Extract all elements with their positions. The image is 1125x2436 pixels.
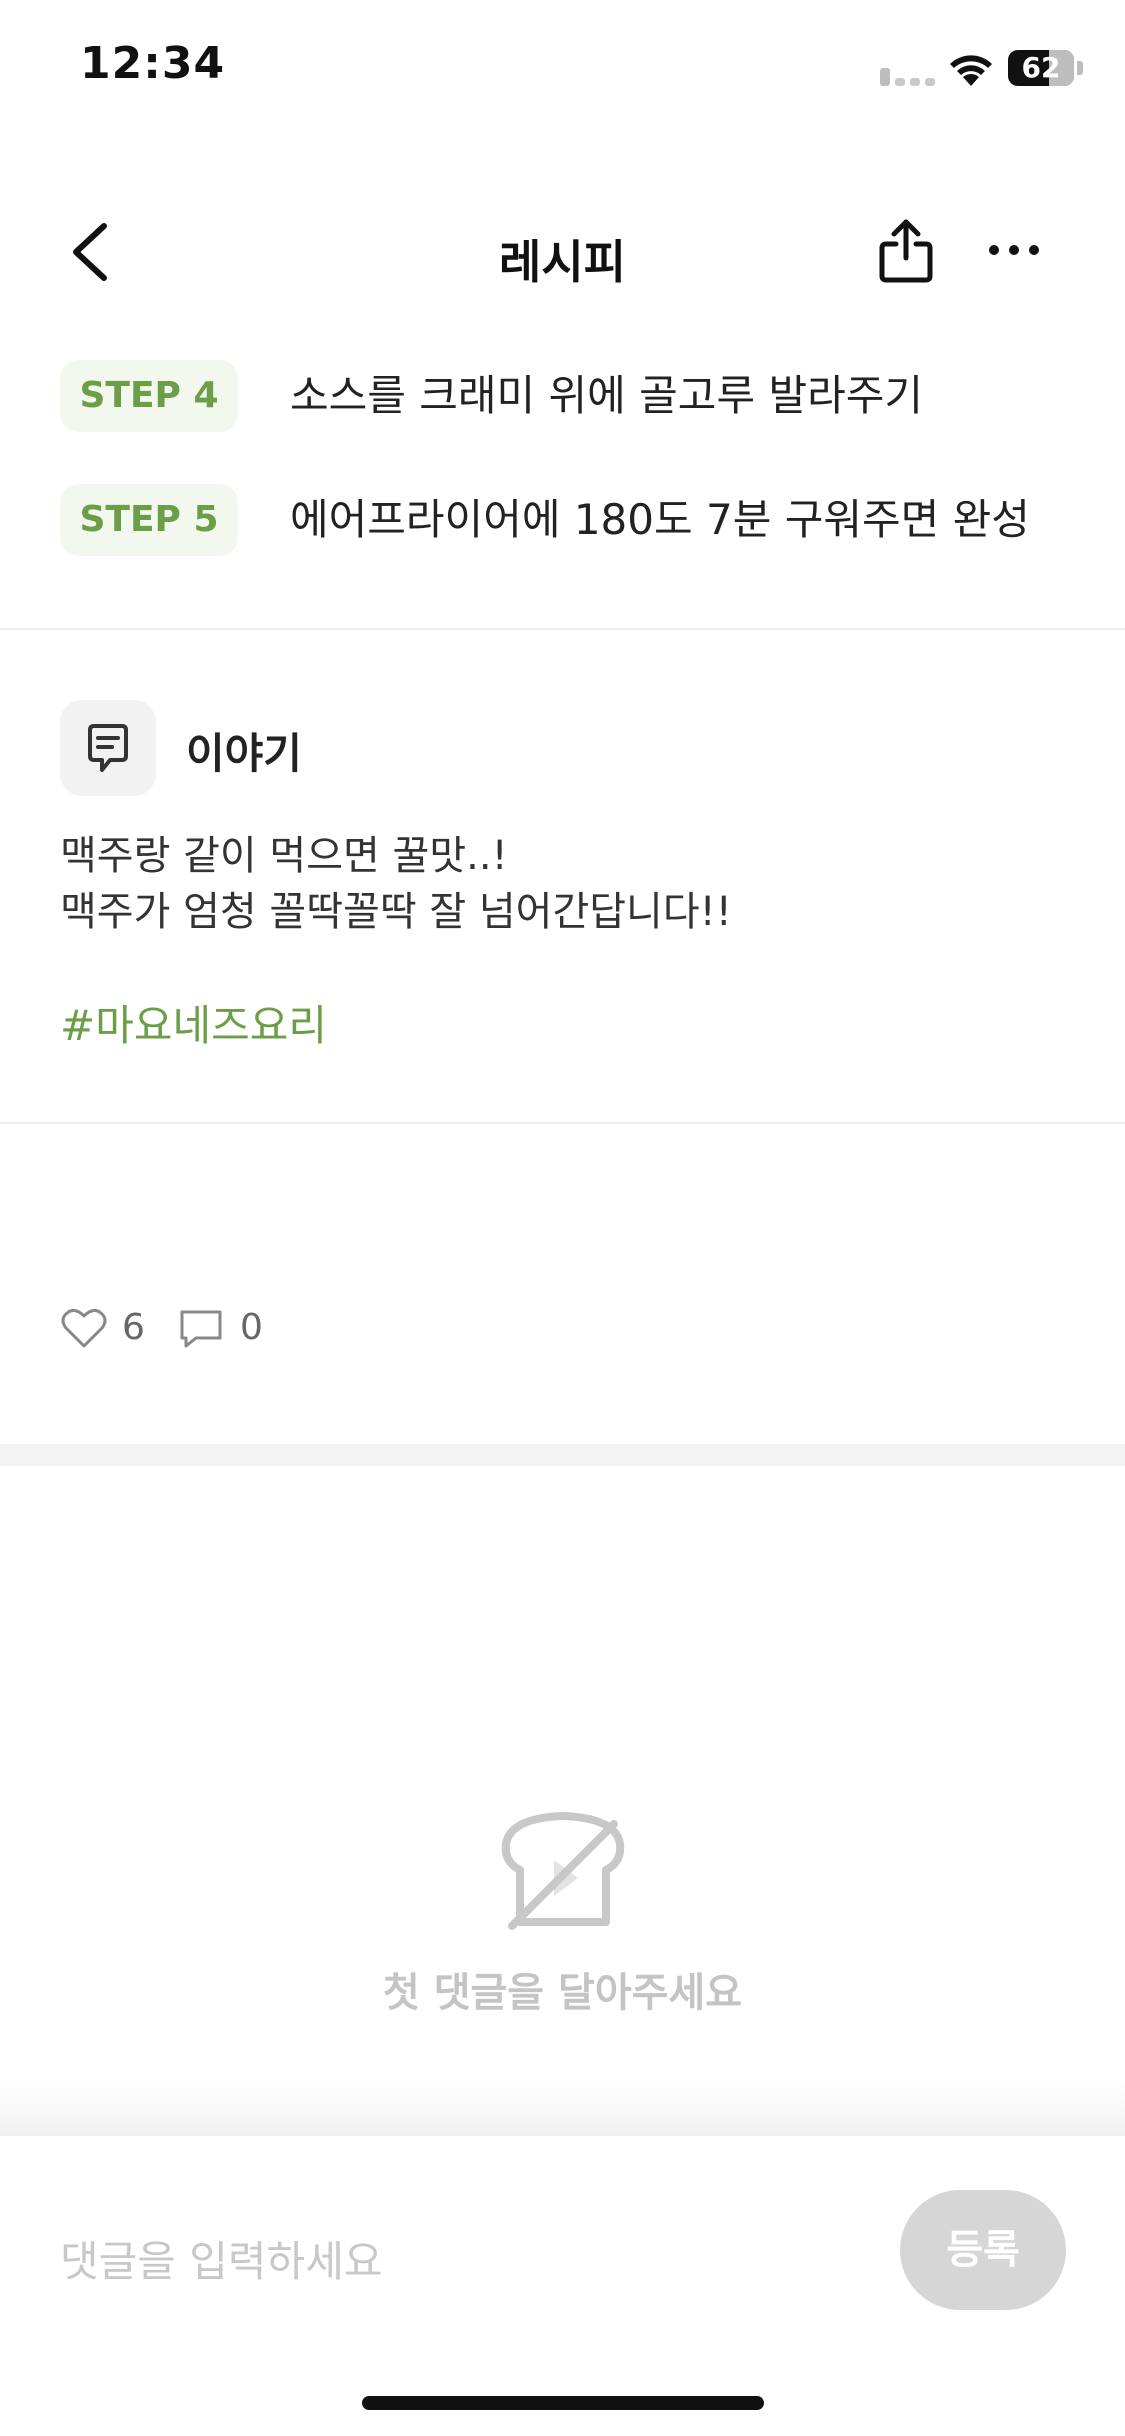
nav-bar: 레시피 <box>0 180 1125 320</box>
step-badge: STEP 4 <box>60 360 238 432</box>
comment-count: 0 <box>240 1307 263 1348</box>
story-line: 맥주랑 같이 먹으면 꿀맛..! <box>60 833 508 879</box>
comment-icon[interactable] <box>178 1308 224 1350</box>
page-title: 레시피 <box>499 235 626 289</box>
step-badge: STEP 5 <box>60 484 238 556</box>
status-time: 12:34 <box>80 38 226 89</box>
story-title: 이야기 <box>186 729 302 778</box>
battery-level: 62 <box>1021 51 1061 84</box>
story-line: 맥주가 엄청 꼴딱꼴딱 잘 넘어간답니다!! <box>60 889 732 935</box>
wifi-icon <box>950 55 992 86</box>
share-icon[interactable] <box>876 216 936 286</box>
more-dots-icon[interactable] <box>986 230 1042 270</box>
step-text: 에어프라이어에 180도 7분 구워주면 완성 <box>290 495 1030 544</box>
comment-input-bar: 등록 <box>0 2136 1125 2436</box>
input-shadow <box>0 2080 1125 2136</box>
comment-input[interactable] <box>60 2216 880 2306</box>
bread-slash-icon <box>501 1812 625 1930</box>
step-text: 소스를 크래미 위에 골고루 발라주기 <box>290 371 924 420</box>
home-indicator <box>362 2396 764 2410</box>
empty-comments-message: 첫 댓글을 달아주세요 <box>382 1970 743 2016</box>
submit-comment-button[interactable]: 등록 <box>900 2190 1066 2310</box>
battery-icon: 62 <box>1008 50 1074 86</box>
heart-icon[interactable] <box>60 1306 108 1350</box>
battery-cap <box>1077 61 1083 75</box>
story-body: 맥주랑 같이 먹으면 꿀맛..! 맥주가 엄청 꼴딱꼴딱 잘 넘어간답니다!! <box>60 828 732 940</box>
section-separator-band <box>0 1444 1125 1466</box>
section-divider <box>0 1122 1125 1124</box>
cellular-signal-icon <box>880 64 936 86</box>
status-bar: 12:34 62 <box>0 0 1125 140</box>
like-count: 6 <box>122 1307 145 1348</box>
hashtag-link[interactable]: #마요네즈요리 <box>60 992 327 1053</box>
section-divider <box>0 628 1125 630</box>
recipe-step: STEP 4 소스를 크래미 위에 골고루 발라주기 <box>60 360 1080 432</box>
recipe-step: STEP 5 에어프라이어에 180도 7분 구워주면 완성 <box>60 484 1080 556</box>
chat-bubble-icon <box>60 700 156 796</box>
